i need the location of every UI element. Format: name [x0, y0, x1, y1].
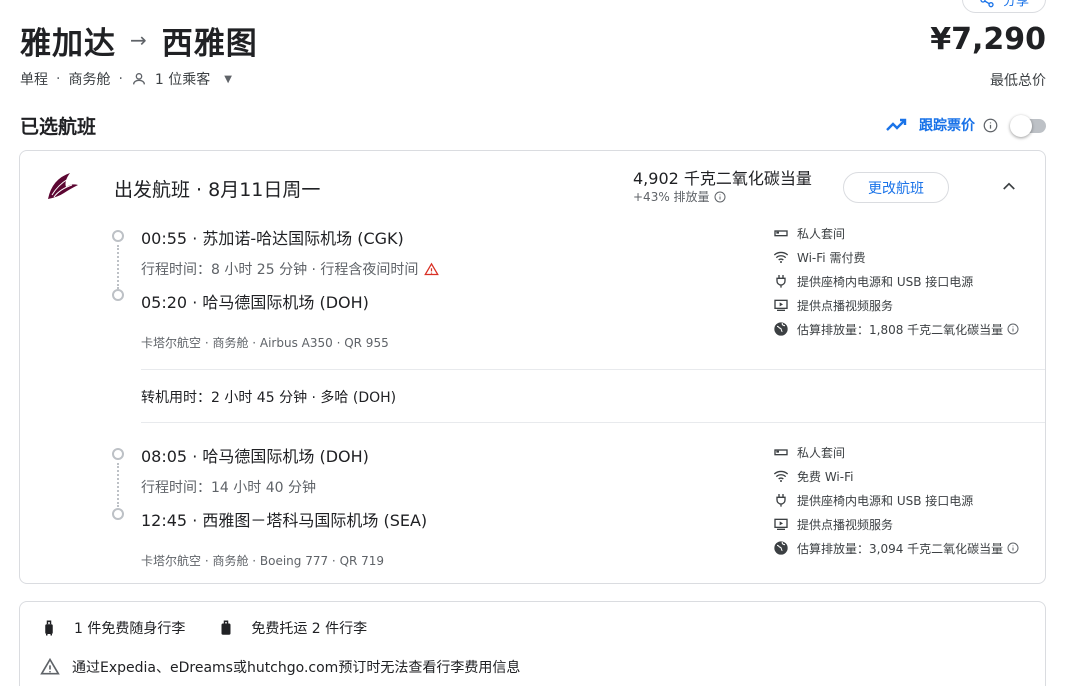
amenities-list: 私人套间 免费 Wi-Fi 提供座椅内电源和 USB 接口电源 提供点播视频服务… — [773, 440, 1043, 560]
amenity-item: 免费 Wi-Fi — [773, 464, 1043, 488]
divider — [141, 369, 1045, 370]
co2-comparison: +43% 排放量 — [633, 188, 726, 205]
passenger-count: 1 位乘客 — [154, 72, 211, 88]
baggage-warning-label: 通过Expedia、eDreams或hutchgo.com预订时无法查看行李费用… — [72, 660, 521, 676]
carry-on-bag-icon — [45, 620, 53, 636]
timeline-dot — [112, 508, 124, 520]
video-icon — [774, 299, 788, 311]
selected-flights-title: 已选航班 — [20, 116, 97, 138]
timeline-line — [117, 245, 119, 289]
qatar-airways-logo — [48, 173, 78, 199]
destination-city: 西雅图 — [161, 25, 258, 62]
suite-icon — [774, 230, 788, 237]
trending-up-icon — [886, 118, 907, 131]
cabin-class: 商务舱 — [68, 72, 111, 88]
timeline-line — [117, 463, 119, 507]
wifi-icon — [773, 470, 789, 482]
arrow-right-icon: → — [130, 28, 148, 52]
track-prices-label: 跟踪票价 — [919, 118, 975, 134]
departing-flight-title: 出发航班 · 8月11日周一 — [114, 179, 321, 201]
track-prices-toggle[interactable] — [1010, 115, 1046, 137]
timeline-dot — [112, 289, 124, 301]
baggage-warning: 通过Expedia、eDreams或hutchgo.com预订时无法查看行李费用… — [40, 657, 520, 677]
departure-stop: 08:05 · 哈马德国际机场 (DOH) — [141, 447, 369, 466]
amenities-list: 私人套间 Wi-Fi 需付费 提供座椅内电源和 USB 接口电源 提供点播视频服… — [773, 221, 1043, 341]
carry-on-label: 1 件免费随身行李 — [74, 621, 186, 637]
carrier-info: 卡塔尔航空 · 商务舱 · Boeing 777 · QR 719 — [141, 554, 385, 568]
info-icon[interactable] — [1007, 542, 1019, 554]
info-icon[interactable] — [1007, 323, 1019, 335]
timeline-dot — [112, 448, 124, 460]
travel-duration-label: 行程时间：14 小时 40 分钟 — [141, 480, 316, 496]
arrival-stop: 05:20 · 哈马德国际机场 (DOH) — [141, 293, 369, 312]
track-prices: 跟踪票价 — [885, 112, 1046, 138]
baggage-card: 1 件免费随身行李 免费托运 2 件行李 通过Expedia、eDreams或h… — [19, 601, 1046, 686]
amenity-item: 估算排放量：1,808 千克二氧化碳当量 — [773, 317, 1043, 341]
checked-bag-label: 免费托运 2 件行李 — [251, 621, 368, 637]
travel-duration: 行程时间：14 小时 40 分钟 — [141, 477, 316, 497]
arrival-stop: 12:45 · 西雅图－塔科马国际机场 (SEA) — [141, 511, 428, 530]
amenity-item: 提供座椅内电源和 USB 接口电源 — [773, 269, 1043, 293]
video-icon — [774, 518, 788, 530]
travel-duration: 行程时间：8 小时 25 分钟 · 行程含夜间时间 — [141, 259, 440, 279]
amenity-item: 提供点播视频服务 — [773, 512, 1043, 536]
amenity-item: 估算排放量：3,094 千克二氧化碳当量 — [773, 536, 1043, 560]
warning-icon — [40, 657, 60, 675]
total-price: ¥7,290 — [930, 22, 1046, 57]
info-icon[interactable] — [714, 191, 726, 203]
departure-stop: 00:55 · 苏加诺-哈达国际机场 (CGK) — [141, 229, 404, 248]
co2-total: 4,902 千克二氧化碳当量 — [633, 169, 812, 188]
warning-icon — [424, 262, 440, 275]
power-plug-icon — [776, 275, 786, 288]
globe-icon — [774, 322, 788, 336]
amenity-item: Wi-Fi 需付费 — [773, 245, 1043, 269]
price-label: 最低总价 — [990, 73, 1046, 89]
share-icon — [980, 0, 994, 7]
layover-info: 转机用时：2 小时 45 分钟 · 多哈 (DOH) — [141, 390, 397, 406]
amenity-item: 私人套间 — [773, 221, 1043, 245]
share-label: 分享 — [1002, 0, 1029, 9]
route-title: 雅加达 → 西雅图 — [20, 20, 258, 62]
globe-icon — [774, 541, 788, 555]
person-icon — [132, 73, 145, 85]
change-flight-button[interactable]: 更改航班 — [843, 172, 949, 203]
travel-duration-label: 行程时间：8 小时 25 分钟 · 行程含夜间时间 — [141, 262, 419, 278]
timeline-dot — [112, 230, 124, 242]
co2-comparison-label: +43% 排放量 — [633, 190, 710, 204]
suite-icon — [774, 449, 788, 456]
divider — [141, 422, 1045, 423]
chevron-up-icon[interactable] — [1000, 177, 1018, 195]
carrier-info: 卡塔尔航空 · 商务舱 · Airbus A350 · QR 955 — [141, 336, 389, 350]
power-plug-icon — [776, 494, 786, 507]
trip-type: 单程 — [20, 72, 48, 88]
caret-down-icon: ▼ — [224, 73, 232, 85]
trip-meta: 单程 · 商务舱 · 1 位乘客 ▼ — [20, 69, 232, 89]
passenger-selector[interactable]: 1 位乘客 ▼ — [131, 69, 232, 89]
amenity-item: 提供点播视频服务 — [773, 293, 1043, 317]
amenity-item: 私人套间 — [773, 440, 1043, 464]
amenity-item: 提供座椅内电源和 USB 接口电源 — [773, 488, 1043, 512]
wifi-icon — [773, 251, 789, 263]
share-button[interactable]: 分享 — [962, 0, 1046, 13]
origin-city: 雅加达 — [20, 25, 116, 62]
departing-flight-card: 出发航班 · 8月11日周一 4,902 千克二氧化碳当量 +43% 排放量 更… — [19, 150, 1046, 584]
checked-bag-icon — [221, 620, 231, 635]
info-icon[interactable] — [983, 118, 998, 133]
baggage-allowance: 1 件免费随身行李 免费托运 2 件行李 — [40, 618, 367, 638]
